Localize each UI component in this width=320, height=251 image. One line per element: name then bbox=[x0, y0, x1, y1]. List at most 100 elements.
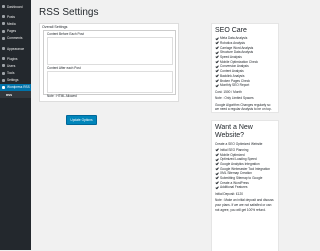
check-icon bbox=[215, 84, 218, 87]
check-icon bbox=[215, 148, 218, 151]
sidebar-item-label: Comments bbox=[7, 36, 23, 41]
sidebar-item-label: Appearance bbox=[7, 46, 25, 51]
new-website-panel: Want a New Website? Create a SEO Optimiz… bbox=[211, 120, 279, 251]
posts-icon bbox=[2, 15, 5, 19]
check-icon bbox=[215, 60, 218, 63]
check-icon bbox=[215, 37, 218, 40]
tools-icon bbox=[2, 71, 5, 75]
list-item-label: Mobile Optimization Check bbox=[220, 59, 258, 64]
sidebar-item-label: Wordpress RSS bbox=[7, 85, 30, 90]
seo-care-description: Google Algorithm Changes regularly so we… bbox=[215, 102, 272, 112]
sidebar-item-pages[interactable]: Pages bbox=[0, 28, 31, 35]
check-icon bbox=[215, 163, 218, 166]
sidebar-item-appearance[interactable]: Appearance bbox=[0, 45, 31, 52]
list-item: Additional Features bbox=[215, 185, 275, 190]
sidebar-item-label: Settings bbox=[7, 78, 19, 83]
new-website-subtitle: Create a SEO Optimized Website bbox=[215, 142, 263, 146]
list-item-label: Google Analytics Integration bbox=[220, 162, 260, 166]
list-item-label: Content Analysis bbox=[220, 69, 244, 74]
seo-care-cost: Cost: 1500 / Month bbox=[215, 89, 242, 94]
check-icon bbox=[215, 181, 218, 184]
sidebar-item-label: Pages bbox=[7, 29, 17, 34]
sidebar-submenu: RSS bbox=[0, 91, 31, 99]
page-title: RSS Settings bbox=[39, 7, 99, 18]
fieldset-legend: Overall Settings bbox=[42, 25, 68, 29]
check-icon bbox=[215, 74, 218, 77]
check-icon bbox=[215, 70, 218, 73]
list-item-label: Create a WordPress bbox=[220, 180, 249, 185]
check-icon bbox=[215, 167, 218, 170]
plugins-icon bbox=[2, 57, 5, 61]
check-icon bbox=[215, 153, 218, 156]
sidebar-item-dashboard[interactable]: Dashboard bbox=[0, 3, 31, 10]
list-item: Google Webmaster Tool Integration bbox=[215, 166, 275, 171]
check-icon bbox=[215, 186, 218, 189]
list-item-label: Broken Pages Check bbox=[220, 78, 250, 83]
seo-care-list: Meta Data Analysis Robotics Analysis Carri… bbox=[215, 36, 275, 88]
list-item-label: Monthly SEO Report bbox=[220, 83, 250, 88]
list-item-label: Google Webmaster Tool Integration bbox=[220, 166, 271, 171]
sidebar-item-wordpress-rss[interactable]: Wordpress RSS bbox=[0, 83, 31, 92]
html-allowed-note: Note : HTML Allowed bbox=[47, 94, 77, 98]
check-icon bbox=[215, 177, 218, 180]
sidebar-item-plugins[interactable]: Plugins bbox=[0, 55, 31, 62]
list-item: Monthly SEO Report bbox=[215, 83, 275, 88]
new-website-price: Initial Deposit: £120 bbox=[215, 191, 243, 196]
seo-care-title: SEO Care bbox=[215, 27, 247, 34]
new-website-title: Want a New Website? bbox=[215, 124, 253, 139]
admin-sidebar: Dashboard Posts Media Pages Comments Appearan… bbox=[0, 0, 31, 250]
sidebar-item-users[interactable]: Users bbox=[0, 62, 31, 69]
rss-icon bbox=[2, 85, 5, 89]
check-icon bbox=[215, 172, 218, 175]
check-icon bbox=[215, 56, 218, 59]
check-icon bbox=[215, 158, 218, 161]
before-post-label: Content Before Each Post bbox=[47, 32, 84, 36]
sidebar-item-tools[interactable]: Tools bbox=[0, 70, 31, 77]
list-item-label: Mobile Optimized bbox=[220, 152, 245, 157]
check-icon bbox=[215, 46, 218, 49]
after-post-label: Content After each Post bbox=[47, 66, 81, 70]
list-item-label: Conversion Analysis bbox=[220, 64, 249, 69]
sidebar-item-label: Plugins bbox=[7, 56, 18, 61]
list-item-label: Backlink Analysis bbox=[220, 73, 245, 78]
new-website-note: Note : Make an initial deposit and discu… bbox=[215, 198, 274, 212]
new-website-list: Initial SEO Planning Mobile Optimized Opti… bbox=[215, 148, 275, 190]
list-item-label: Submitting Sitemap to Google bbox=[220, 176, 263, 181]
check-icon bbox=[215, 79, 218, 82]
list-item-label: Optimized Loading Speed bbox=[220, 157, 257, 162]
sidebar-item-settings[interactable]: Settings bbox=[0, 77, 31, 84]
update-options-button[interactable]: Update Options bbox=[66, 115, 97, 125]
list-item-label: Initial SEO Planning bbox=[220, 147, 249, 152]
sidebar-item-media[interactable]: Media bbox=[0, 20, 31, 27]
list-item-label: Meta Data Analysis bbox=[220, 36, 248, 41]
pages-icon bbox=[2, 29, 5, 33]
seo-care-panel: SEO Care Meta Data Analysis Robotics Anal… bbox=[211, 23, 279, 113]
submenu-item-rss[interactable]: RSS bbox=[0, 92, 31, 97]
sidebar-item-label: Dashboard bbox=[7, 4, 23, 9]
fieldset-box: Content Before Each Post Content After e… bbox=[43, 30, 176, 98]
after-post-textarea[interactable] bbox=[47, 71, 173, 93]
sidebar-item-label: Users bbox=[7, 63, 16, 68]
sidebar-item-posts[interactable]: Posts bbox=[0, 13, 31, 20]
media-icon bbox=[2, 22, 5, 26]
list-item-label: Robotics Analysis bbox=[220, 41, 245, 46]
settings-panel: Overall Settings Content Before Each Pos… bbox=[39, 23, 179, 102]
dashboard-icon bbox=[2, 5, 5, 9]
list-item-label: Additional Features bbox=[220, 185, 248, 190]
list-item-label: XML Sitemap Creation bbox=[220, 171, 252, 176]
users-icon bbox=[2, 64, 5, 68]
list-item-label: Carriage Word Analysis bbox=[220, 45, 254, 50]
sidebar-item-label: Posts bbox=[7, 14, 15, 19]
check-icon bbox=[215, 51, 218, 54]
check-icon bbox=[215, 42, 218, 45]
appearance-icon bbox=[2, 47, 5, 51]
before-post-textarea[interactable] bbox=[47, 37, 173, 65]
main-content: RSS Settings Overall Settings Content Be… bbox=[31, 0, 279, 251]
list-item-label: Speed Analysis bbox=[220, 55, 242, 60]
comments-icon bbox=[2, 36, 5, 40]
sidebar-item-comments[interactable]: Comments bbox=[0, 35, 31, 42]
sidebar-item-label: Media bbox=[7, 21, 16, 26]
seo-care-note: Note : Only Limited Spaces bbox=[215, 96, 254, 101]
sidebar-item-label: Tools bbox=[7, 71, 15, 76]
settings-icon bbox=[2, 78, 5, 82]
